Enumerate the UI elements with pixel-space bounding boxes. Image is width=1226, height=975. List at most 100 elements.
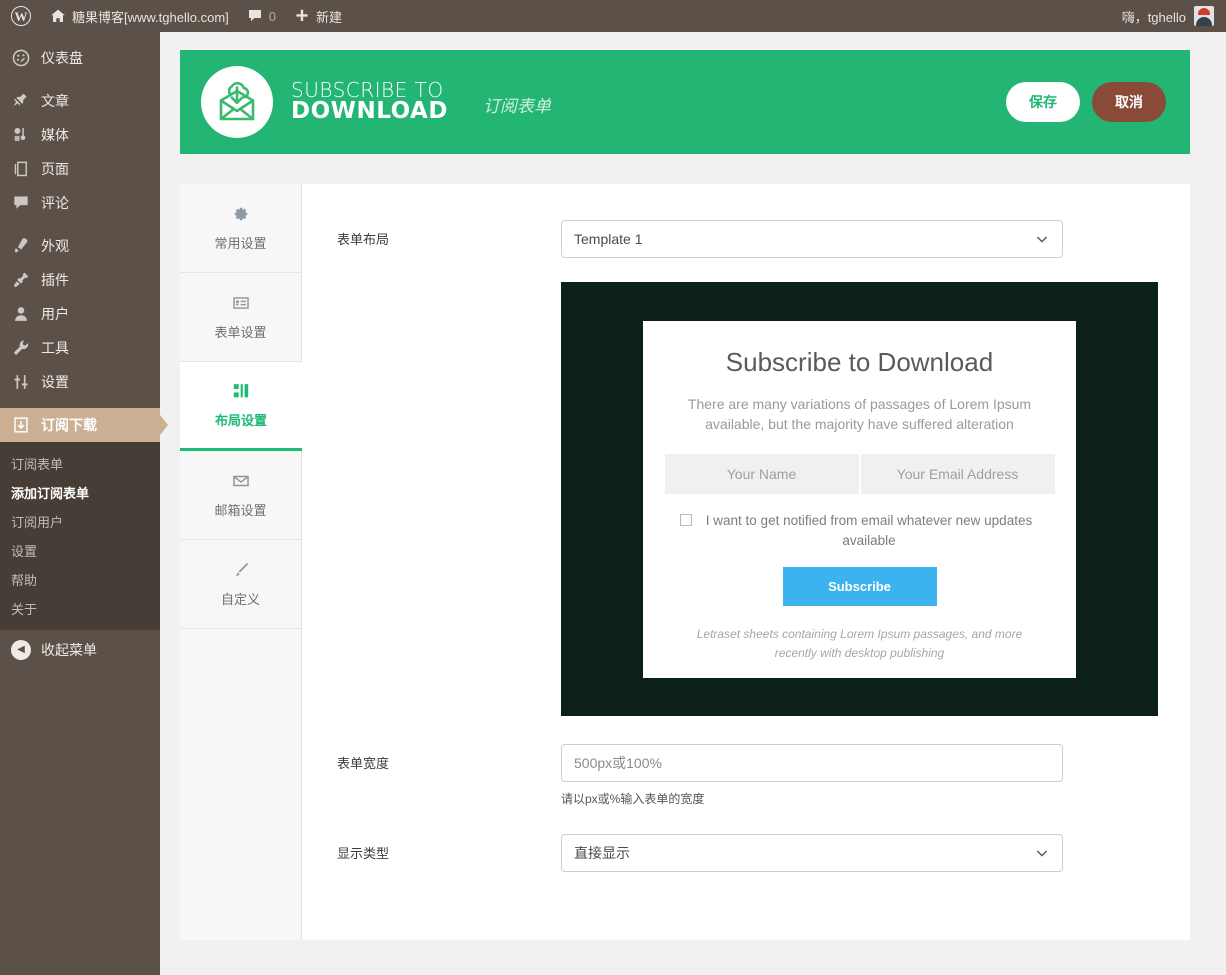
subscribe-download-logo-icon [201,66,273,138]
save-button[interactable]: 保存 [1006,82,1080,122]
appearance-icon [11,236,31,256]
preview-subscribe-button[interactable]: Subscribe [782,567,937,607]
brand-wordmark: SUBSCRIBE TO DOWNLOAD [291,80,448,124]
collapse-menu-button[interactable]: ◀ 收起菜单 [0,633,160,667]
banner-actions: 保存 取消 [1006,82,1190,122]
submenu-item-help[interactable]: 帮助 [0,565,160,594]
checkbox-icon[interactable] [679,514,692,527]
preview-input-row: Your Name Your Email Address [664,454,1055,495]
tab-layout-settings[interactable]: 布局设置 [180,362,302,451]
sidebar-item-comments[interactable]: 评论 [0,186,160,220]
brand-line-2: DOWNLOAD [291,98,448,125]
field-form-layout: 表单布局 Template 1 [302,220,1190,258]
settings-panel: 常用设置 表单设置 布局设置 邮箱设置 自定义 表单布局 Template 1 … [180,184,1190,940]
form-width-label: 表单宽度 [337,756,390,771]
menu-spacer-2 [0,220,160,229]
submenu-item-add-form[interactable]: 添加订阅表单 [0,478,160,507]
sidebar-item-label: 插件 [41,272,69,288]
sidebar-item-label: 评论 [41,195,69,211]
site-name-button[interactable]: 糖果博客[www.tghello.com] [41,0,238,32]
sidebar-item-dashboard[interactable]: 仪表盘 [0,41,160,75]
preview-name-input[interactable]: Your Name [664,454,859,495]
banner-subtitle: 订阅表单 [482,96,551,116]
site-name-label: 糖果博客[www.tghello.com] [72,9,229,25]
sidebar-item-plugins[interactable]: 插件 [0,263,160,297]
template-preview: Subscribe to Download There are many var… [561,282,1158,716]
form-width-control: 500px或100% 请以px或%输入表单的宽度 [561,744,1063,807]
sidebar-item-tools[interactable]: 工具 [0,331,160,365]
sidebar-item-pages[interactable]: 页面 [0,152,160,186]
form-layout-control: Template 1 [561,220,1063,258]
new-content-label: 新建 [316,9,343,25]
tab-general-settings[interactable]: 常用设置 [180,184,301,273]
tab-label: 常用设置 [214,236,267,251]
submenu-item-settings[interactable]: 设置 [0,536,160,565]
menu-spacer-1 [0,75,160,84]
cancel-button[interactable]: 取消 [1092,82,1166,122]
admin-bar: W 糖果博客[www.tghello.com] 0 新建 嗨，tghello [0,0,1226,32]
gear-icon [232,204,250,224]
chevron-down-icon [1035,846,1049,860]
comments-button[interactable]: 0 [238,0,285,32]
admin-sidebar: 仪表盘 文章 媒体 页面 评论 外观 插件 用户 工具 设置 订阅下载 订阅表单… [0,32,168,975]
tab-label: 表单设置 [214,325,267,340]
preview-email-input[interactable]: Your Email Address [860,454,1055,495]
sidebar-item-label: 订阅下载 [41,417,97,433]
submenu-item-subscribers[interactable]: 订阅用户 [0,507,160,536]
wordpress-logo-button[interactable]: W [0,0,41,32]
sidebar-item-subscribe-download[interactable]: 订阅下载 [0,408,168,442]
sidebar-item-label: 工具 [41,340,69,356]
envelope-icon [232,471,250,491]
brand-line-1: SUBSCRIBE TO [291,78,444,103]
form-width-input[interactable]: 500px或100% [561,744,1063,782]
user-icon [11,304,31,324]
menu-spacer-3 [0,399,160,408]
tab-customize[interactable]: 自定义 [180,540,301,629]
display-type-select[interactable]: 直接显示 [561,834,1063,872]
tools-icon [11,338,31,358]
settings-tab-list: 常用设置 表单设置 布局设置 邮箱设置 自定义 [180,184,302,940]
sidebar-item-label: 仪表盘 [41,50,83,66]
sidebar-item-posts[interactable]: 文章 [0,84,160,118]
sidebar-item-label: 外观 [41,238,69,254]
new-content-button[interactable]: 新建 [285,0,351,32]
pin-icon [11,91,31,111]
avatar [1194,6,1214,26]
form-width-helper: 请以px或%输入表单的宽度 [561,792,705,806]
preview-notify-checkbox-row[interactable]: I want to get notified from email whatev… [679,511,1040,550]
comment-bubble-icon [247,8,263,24]
layout-icon [232,381,250,401]
field-display-type: 显示类型 直接显示 [302,834,1190,872]
form-layout-value: Template 1 [574,231,643,247]
chevron-down-icon [1035,232,1049,246]
sidebar-item-appearance[interactable]: 外观 [0,229,160,263]
media-icon [11,125,31,145]
sidebar-item-label: 用户 [41,306,69,322]
display-type-control: 直接显示 [561,834,1063,872]
tab-form-settings[interactable]: 表单设置 [180,273,301,362]
comment-count: 0 [268,8,276,24]
submenu-item-forms[interactable]: 订阅表单 [0,449,160,478]
sidebar-item-users[interactable]: 用户 [0,297,160,331]
comment-icon [11,193,31,213]
account-menu[interactable]: 嗨，tghello [1122,6,1226,26]
preview-title: Subscribe to Download [725,346,994,377]
tab-email-settings[interactable]: 邮箱设置 [180,451,301,540]
sidebar-item-label: 媒体 [41,127,69,143]
sidebar-item-settings[interactable]: 设置 [0,365,160,399]
sidebar-submenu: 订阅表单 添加订阅表单 订阅用户 设置 帮助 关于 [0,442,160,630]
dashboard-icon [11,48,31,68]
download-icon [11,415,31,435]
settings-icon [11,372,31,392]
page-icon [11,159,31,179]
sidebar-item-label: 文章 [41,93,69,109]
main-content: SUBSCRIBE TO DOWNLOAD 订阅表单 保存 取消 常用设置 表单… [160,32,1226,975]
display-type-value: 直接显示 [574,845,630,861]
submenu-item-about[interactable]: 关于 [0,594,160,623]
sidebar-item-media[interactable]: 媒体 [0,118,160,152]
tab-label: 布局设置 [214,413,267,428]
preview-description: There are many variations of passages of… [687,395,1032,432]
form-layout-select[interactable]: Template 1 [561,220,1063,258]
wordpress-logo-icon: W [11,6,31,26]
menu-spacer-top [0,32,160,41]
